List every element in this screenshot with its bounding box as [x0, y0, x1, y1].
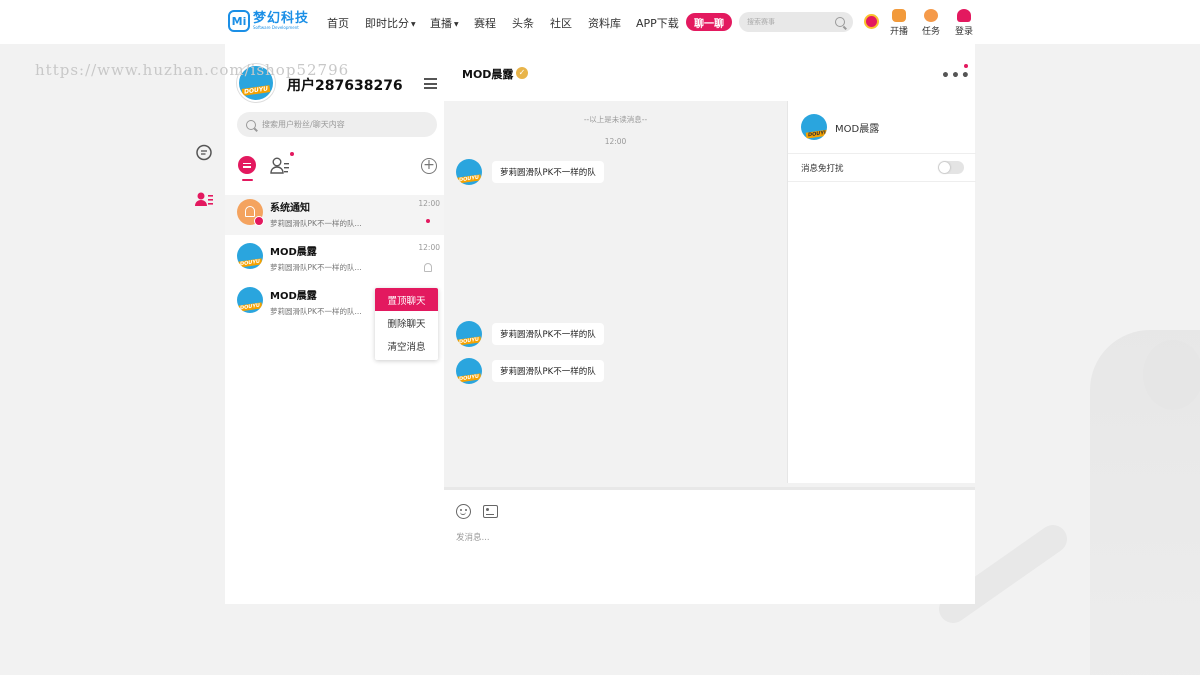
message-item: DOUYU 萝莉圆滑队PK不一样的队 [456, 321, 604, 347]
conversation-item[interactable]: DOUYU MOD晨露 萝莉圆滑队PK不一样的队... 12:00 [225, 239, 444, 279]
conversation-preview: 萝莉圆滑队PK不一样的队... [270, 263, 362, 272]
unread-dot [426, 219, 430, 223]
active-tab-indicator [242, 179, 253, 181]
nav-link-live-score[interactable]: 即时比分 ▼ [365, 15, 416, 31]
verified-badge-icon: ✓ [516, 67, 528, 79]
tab-contacts-icon[interactable] [270, 157, 290, 175]
system-notification-icon [237, 199, 264, 226]
conversation-name: MOD晨露 [270, 247, 317, 258]
nav-link-home[interactable]: 首页 [327, 15, 349, 31]
search-icon [246, 119, 256, 130]
contacts-icon[interactable] [195, 191, 214, 208]
task-icon [924, 9, 938, 22]
conversation-time: 12:00 [418, 199, 440, 208]
nav-link-live[interactable]: 直播 ▼ [430, 15, 459, 31]
more-options-icon[interactable]: ••• [941, 68, 971, 84]
chat-header: MOD晨露 ✓ ••• [444, 44, 975, 101]
conversation-item-system[interactable]: 系统通知 萝莉圆滑队PK不一样的队... 12:00 [225, 195, 444, 235]
logo-subtitle: Software Development [253, 25, 299, 30]
unread-divider: --以上是未读消息-- [583, 115, 648, 124]
info-contact-name: MOD晨露 [835, 123, 880, 135]
nav-link-schedule[interactable]: 赛程 [474, 15, 496, 31]
broadcast-icon [892, 9, 906, 22]
message-item: DOUYU 萝莉圆滑队PK不一样的队 [456, 159, 604, 185]
image-upload-icon[interactable] [483, 505, 498, 518]
logo-name: 梦幻科技 [253, 11, 310, 26]
do-not-disturb-label: 消息免打扰 [801, 163, 844, 174]
pin-chat-menu-item[interactable]: 置顶聊天 [375, 288, 438, 311]
match-search-input[interactable]: 搜索赛事 [739, 12, 853, 32]
conversation-context-menu: 置顶聊天 删除聊天 清空消息 [375, 288, 438, 360]
nav-link-app-download[interactable]: APP下载 [636, 15, 679, 31]
nav-link-database[interactable]: 资料库 [588, 15, 621, 31]
conversation-time: 12:00 [418, 243, 440, 252]
emoji-icon[interactable] [456, 504, 471, 519]
watermark-text: https://www.huzhan.com/ishop52796 [35, 61, 350, 79]
contacts-notification-dot [290, 152, 294, 156]
user-icon [957, 9, 971, 22]
muted-bell-icon [424, 263, 432, 272]
gift-icon[interactable] [864, 14, 879, 29]
delete-chat-menu-item[interactable]: 删除聊天 [375, 311, 438, 334]
sender-avatar[interactable]: DOUYU [456, 321, 482, 347]
message-bubble[interactable]: 萝莉圆滑队PK不一样的队 [492, 323, 604, 345]
contact-avatar[interactable]: DOUYU [801, 114, 827, 140]
caret-down-icon: ▼ [454, 20, 459, 28]
conversation-search-placeholder: 搜索用户粉丝/聊天内容 [262, 120, 345, 129]
contact-avatar: DOUYU [237, 287, 263, 313]
caret-down-icon: ▼ [411, 20, 416, 28]
tasks-button[interactable]: 任务 [916, 9, 946, 37]
chat-button[interactable]: 聊一聊 [686, 13, 732, 31]
hamburger-menu-icon[interactable] [424, 78, 437, 89]
message-timestamp: 12:00 [604, 137, 627, 146]
conversation-name: 系统通知 [270, 203, 310, 214]
conversation-search-input[interactable]: 搜索用户粉丝/聊天内容 [237, 112, 437, 137]
logo-badge: Mi [228, 10, 250, 32]
nav-link-headlines[interactable]: 头条 [512, 15, 534, 31]
message-item: DOUYU 萝莉圆滑队PK不一样的队 [456, 358, 604, 384]
tab-messages-icon[interactable] [238, 156, 256, 174]
chat-title: MOD晨露 [462, 68, 514, 81]
do-not-disturb-row: 消息免打扰 [788, 154, 976, 182]
login-button[interactable]: 登录 [949, 9, 979, 37]
chat-info-panel: DOUYU MOD晨露 消息免打扰 [787, 101, 976, 483]
conversation-preview: 萝莉圆滑队PK不一样的队... [270, 219, 362, 228]
add-icon[interactable]: + [421, 158, 437, 174]
info-panel-header: DOUYU MOD晨露 [788, 101, 976, 154]
message-list[interactable]: --以上是未读消息-- 12:00 DOUYU 萝莉圆滑队PK不一样的队 DOU… [444, 101, 787, 487]
clear-messages-menu-item[interactable]: 清空消息 [375, 334, 438, 357]
sender-avatar[interactable]: DOUYU [456, 159, 482, 185]
background-player-image [1090, 330, 1200, 675]
more-notification-dot [964, 64, 968, 68]
search-placeholder: 搜索赛事 [747, 18, 775, 26]
sender-avatar[interactable]: DOUYU [456, 358, 482, 384]
contact-avatar: DOUYU [237, 243, 263, 269]
message-composer: 发消息... [444, 487, 975, 604]
site-logo[interactable]: Mi 梦幻科技 Software Development [228, 10, 309, 32]
message-input[interactable]: 发消息... [456, 531, 490, 543]
top-navbar: Mi 梦幻科技 Software Development 首页 即时比分 ▼ 直播… [0, 0, 1200, 44]
search-icon[interactable] [835, 17, 845, 27]
broadcast-button[interactable]: 开播 [884, 9, 914, 37]
message-bubble[interactable]: 萝莉圆滑队PK不一样的队 [492, 161, 604, 183]
nav-link-community[interactable]: 社区 [550, 15, 572, 31]
chat-bubble-icon[interactable] [195, 144, 213, 162]
do-not-disturb-toggle[interactable] [938, 161, 964, 174]
message-bubble[interactable]: 萝莉圆滑队PK不一样的队 [492, 360, 604, 382]
